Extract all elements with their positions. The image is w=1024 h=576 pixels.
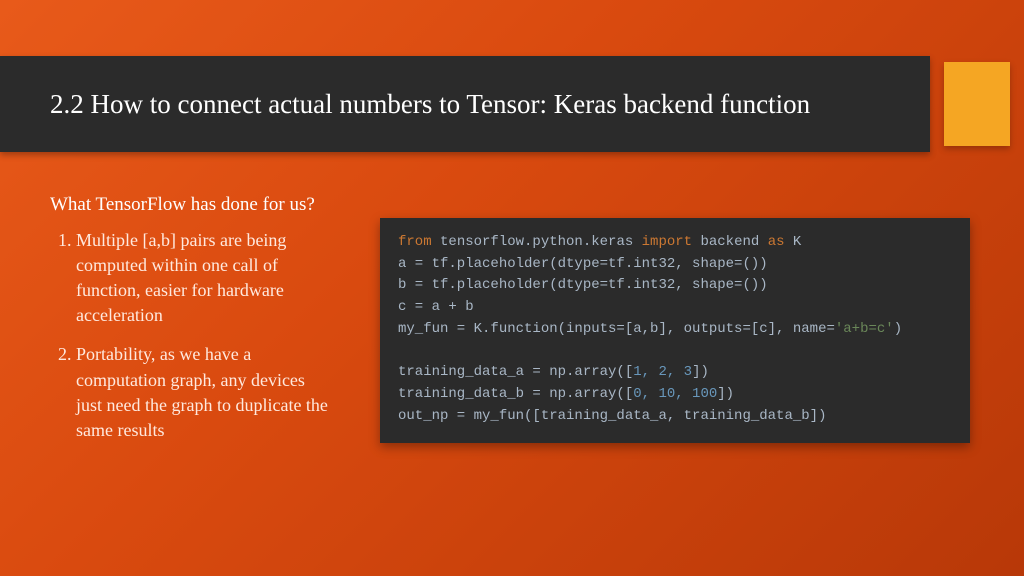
bullet-list: Multiple [a,b] pairs are being computed … [50, 228, 330, 444]
code-line: b = tf.placeholder(dtype=tf.int32, shape… [398, 277, 768, 293]
code-line: training_data_b = np.array([ [398, 386, 633, 402]
code-number: 0, 10, 100 [633, 386, 717, 402]
slide: 2.2 How to connect actual numbers to Ten… [0, 0, 1024, 576]
code-keyword: from [398, 234, 432, 250]
list-item: Multiple [a,b] pairs are being computed … [76, 228, 330, 329]
body-text: What TensorFlow has done for us? Multipl… [50, 192, 330, 457]
slide-title: 2.2 How to connect actual numbers to Ten… [50, 86, 810, 122]
code-keyword: import [642, 234, 692, 250]
code-string: 'a+b=c' [835, 321, 894, 337]
code-text: ]) [717, 386, 734, 402]
accent-rectangle [944, 62, 1010, 146]
code-line: c = a + b [398, 299, 474, 315]
code-text: tensorflow.python.keras [432, 234, 642, 250]
subheading: What TensorFlow has done for us? [50, 192, 330, 218]
code-text: ) [894, 321, 902, 337]
code-block: from tensorflow.python.keras import back… [380, 218, 970, 443]
title-bar: 2.2 How to connect actual numbers to Ten… [0, 56, 930, 152]
code-line: training_data_a = np.array([ [398, 364, 633, 380]
code-text: ]) [692, 364, 709, 380]
code-line: my_fun = K.function(inputs=[a,b], output… [398, 321, 835, 337]
code-line: out_np = my_fun([training_data_a, traini… [398, 408, 826, 424]
code-text: K [785, 234, 802, 250]
code-line: a = tf.placeholder(dtype=tf.int32, shape… [398, 256, 768, 272]
list-item: Portability, as we have a computation gr… [76, 342, 330, 443]
code-keyword: as [768, 234, 785, 250]
code-text: backend [692, 234, 768, 250]
code-number: 1, 2, 3 [633, 364, 692, 380]
